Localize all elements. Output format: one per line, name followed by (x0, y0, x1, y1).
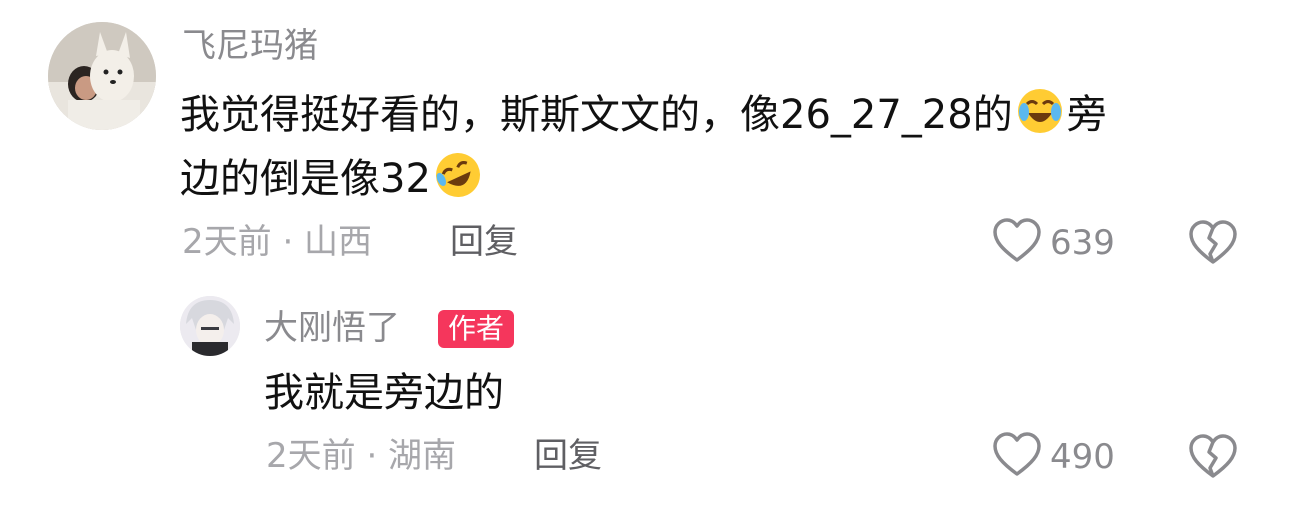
comment-time-location: 2天前 · 山西 (182, 222, 373, 262)
dislike-button[interactable] (1188, 220, 1238, 270)
heart-outline-icon (992, 218, 1042, 268)
comment-text-line2-wrap: 边的倒是像32 (180, 148, 485, 210)
rofl-emoji-icon (433, 150, 483, 200)
reply-time-location: 2天前 · 湖南 (266, 436, 457, 476)
comment-text-line1: 我觉得挺好看的，斯斯文文的，像26_27_28的 (180, 92, 1013, 138)
reply-button[interactable]: 回复 (450, 220, 518, 264)
broken-heart-icon (1188, 220, 1238, 270)
laughing-crying-emoji-icon (1015, 86, 1065, 136)
broken-heart-icon (1188, 434, 1238, 484)
heart-outline-icon (992, 432, 1042, 482)
comment-username[interactable]: 飞尼玛猪 (182, 24, 318, 68)
comment-text-line2: 边的倒是像32 (180, 156, 431, 202)
reply-like-count: 490 (1050, 437, 1115, 477)
reply-username[interactable]: 大刚悟了 (264, 306, 400, 350)
comment-reply: 大刚悟了 作者 我就是旁边的 2天前 · 湖南 回复 490 (0, 280, 1290, 511)
like-count: 639 (1050, 223, 1115, 263)
avatar[interactable] (48, 22, 156, 130)
reply-like-button[interactable]: 490 (992, 432, 1115, 482)
reply-dislike-button[interactable] (1188, 434, 1238, 484)
comment-text: 我觉得挺好看的，斯斯文文的，像26_27_28的 旁 (180, 84, 1107, 146)
reply-text: 我就是旁边的 (264, 370, 504, 416)
like-button[interactable]: 639 (992, 218, 1115, 268)
comment-main: 飞尼玛猪 我觉得挺好看的，斯斯文文的，像26_27_28的 旁 边的倒是像32 2… (0, 0, 1290, 280)
reply-reply-button[interactable]: 回复 (534, 434, 602, 478)
reply-avatar[interactable] (180, 296, 240, 356)
author-badge: 作者 (438, 310, 515, 348)
comment-text-line1-end: 旁 (1066, 92, 1107, 138)
